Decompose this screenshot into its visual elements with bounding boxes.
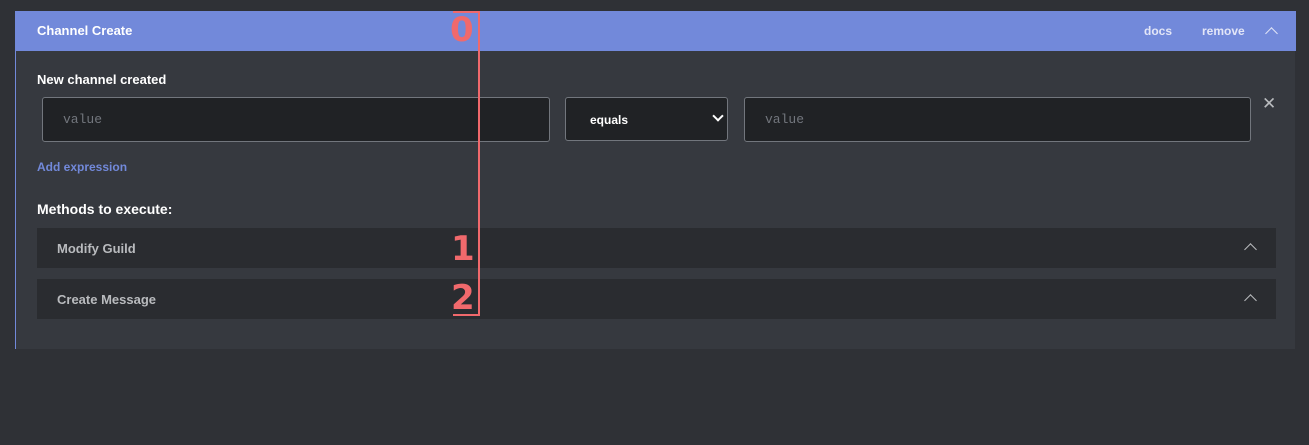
- method-label: Create Message: [57, 292, 156, 307]
- annotation-number-1: 1: [451, 229, 475, 269]
- chevron-up-icon[interactable]: [1244, 294, 1257, 307]
- remove-expression-close-icon[interactable]: ✕: [1262, 95, 1276, 112]
- annotation-line: [478, 11, 480, 316]
- condition-title: New channel created: [37, 72, 167, 87]
- trigger-panel: Channel Create docs remove New channel c…: [15, 11, 1296, 349]
- trigger-header[interactable]: Channel Create docs remove: [16, 11, 1296, 51]
- chevron-down-icon: [712, 110, 724, 122]
- add-expression-link[interactable]: Add expression: [37, 160, 127, 174]
- annotation-number-2: 2: [451, 278, 475, 318]
- collapse-chevron-up-icon[interactable]: [1265, 27, 1278, 40]
- left-value-input[interactable]: [42, 97, 550, 142]
- remove-link[interactable]: remove: [1202, 24, 1245, 38]
- chevron-up-icon[interactable]: [1244, 243, 1257, 256]
- right-value-input[interactable]: [744, 97, 1251, 142]
- methods-title: Methods to execute:: [37, 201, 173, 217]
- annotation-number-0: 0: [450, 10, 474, 50]
- operator-select[interactable]: equals: [565, 97, 728, 141]
- operator-selected-value: equals: [590, 113, 629, 127]
- method-item-create-message[interactable]: Create Message: [37, 279, 1276, 319]
- docs-link[interactable]: docs: [1144, 24, 1172, 38]
- trigger-title: Channel Create: [37, 23, 133, 38]
- method-item-modify-guild[interactable]: Modify Guild: [37, 228, 1276, 268]
- method-label: Modify Guild: [57, 241, 136, 256]
